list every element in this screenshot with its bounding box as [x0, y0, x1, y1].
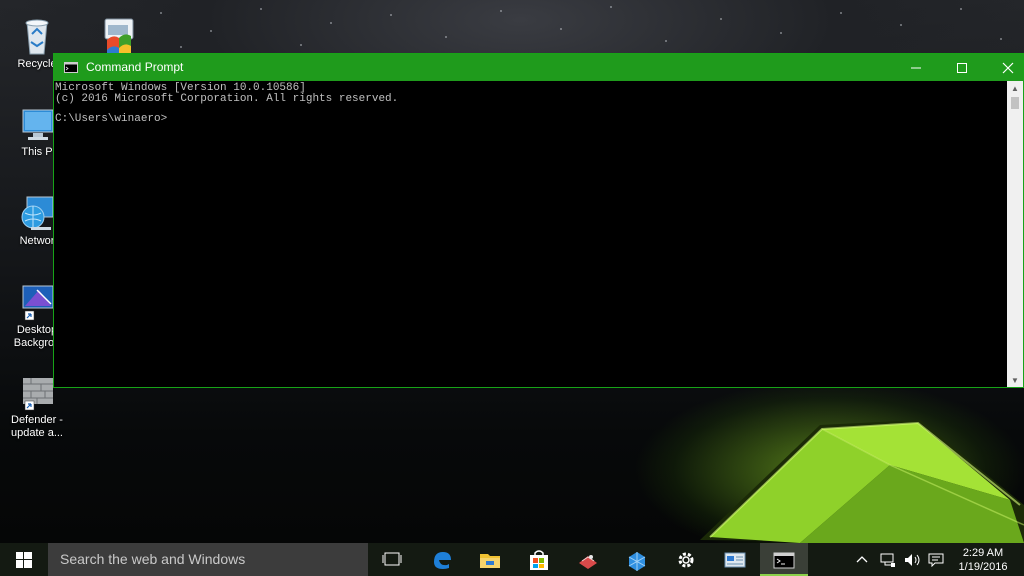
chevron-up-icon: [856, 556, 868, 563]
action-center-button[interactable]: [928, 543, 946, 576]
taskbar-dev-tool[interactable]: [613, 543, 661, 576]
task-view-button[interactable]: [368, 543, 416, 576]
window-title: Command Prompt: [86, 60, 184, 74]
action-center-icon: [928, 553, 944, 567]
edge-icon: [434, 552, 451, 569]
defender-update-icon: [23, 378, 53, 411]
control-panel-icon: [724, 552, 746, 568]
taskbar-command-prompt[interactable]: [760, 543, 808, 576]
clock-date: 1/19/2016: [958, 561, 1008, 573]
minimize-button[interactable]: [893, 54, 939, 81]
command-prompt-window[interactable]: Command Prompt Microsoft Windows [Versio…: [53, 53, 1024, 388]
dev-tool-icon: [628, 552, 646, 571]
scroll-up-icon[interactable]: ▲: [1011, 85, 1019, 93]
desktop-icon-label: Desktop: [16, 324, 58, 336]
game-icon: [579, 555, 597, 569]
console-output[interactable]: Microsoft Windows [Version 10.0.10586] (c…: [54, 81, 1007, 387]
desktop-icon-label: Networ: [19, 235, 55, 247]
clock[interactable]: 2:29 AM 1/19/2016: [950, 546, 1016, 574]
show-hidden-icons-button[interactable]: [856, 543, 872, 576]
desktop-icon-label: Defender -: [11, 414, 63, 426]
command-prompt-icon: [64, 62, 78, 73]
desktop-icon-label: Recycle: [17, 58, 57, 70]
volume-icon: [905, 554, 920, 566]
close-button[interactable]: [985, 54, 1024, 81]
vertical-scrollbar[interactable]: ▲ ▼: [1007, 81, 1023, 387]
taskbar-edge[interactable]: [418, 543, 466, 576]
console-line: (c) 2016 Microsoft Corporation. All righ…: [55, 92, 399, 105]
close-icon: [1002, 62, 1014, 74]
minimize-icon: [911, 67, 921, 69]
task-view-icon: [382, 552, 402, 566]
title-bar[interactable]: Command Prompt: [54, 54, 1023, 81]
windows-program-icon: [104, 18, 134, 54]
taskbar-file-explorer[interactable]: [466, 543, 514, 576]
store-icon: [530, 550, 548, 570]
taskbar-store[interactable]: [515, 543, 563, 576]
taskbar: Search the web and Windows 2:29 AM 1/19/…: [0, 543, 1024, 576]
desktop-icon-label: update a...: [11, 427, 63, 439]
taskbar-game[interactable]: [564, 543, 612, 576]
desktop-background-icon: [22, 285, 54, 321]
recycle-bin-icon: [25, 19, 49, 55]
console-line: Microsoft Windows [Version 10.0.10586]: [55, 82, 306, 94]
wallpaper-tent: [700, 420, 1024, 543]
start-button[interactable]: [0, 543, 48, 576]
desktop-icon-program[interactable]: [82, 16, 152, 58]
volume-tray-button[interactable]: [904, 543, 922, 576]
console-prompt-line: C:\Users\winaero>: [55, 113, 168, 125]
maximize-button[interactable]: [939, 54, 985, 81]
scrollbar-thumb[interactable]: [1011, 97, 1019, 109]
maximize-icon: [957, 63, 967, 73]
search-box[interactable]: Search the web and Windows: [48, 543, 368, 576]
network-tray-button[interactable]: [880, 543, 898, 576]
this-pc-icon: [22, 109, 54, 140]
network-tray-icon: [880, 553, 895, 567]
settings-icon: [678, 552, 694, 568]
file-explorer-icon: [480, 554, 500, 568]
windows-logo-icon: [16, 552, 32, 568]
command-prompt-icon: [773, 552, 795, 569]
taskbar-settings[interactable]: [662, 543, 710, 576]
network-icon: [21, 196, 54, 230]
clock-time: 2:29 AM: [962, 547, 1004, 559]
scroll-down-icon[interactable]: ▼: [1011, 377, 1019, 385]
taskbar-control-panel[interactable]: [711, 543, 759, 576]
desktop-icon-label: This P: [21, 146, 53, 158]
